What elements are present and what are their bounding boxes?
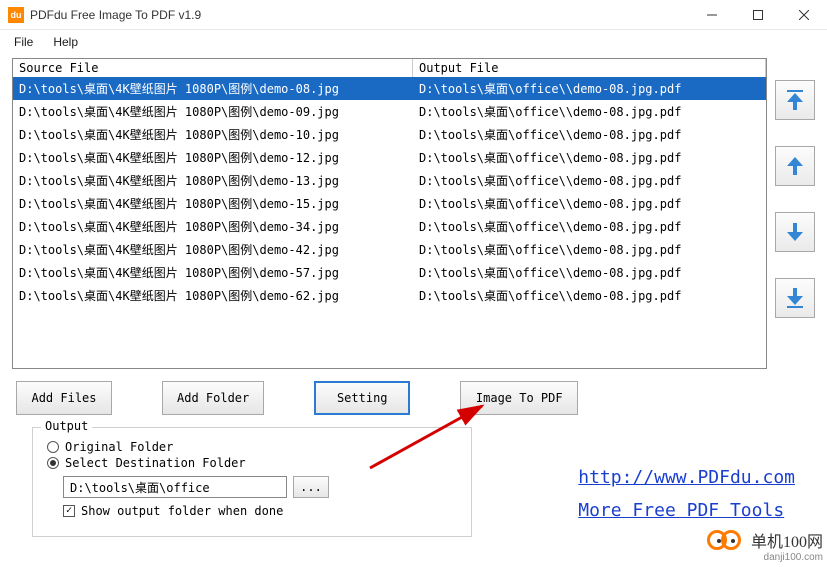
table-row[interactable]: D:\tools\桌面\4K壁纸图片 1080P\图例\demo-09.jpgD… [13,100,766,123]
radio-label: Select Destination Folder [65,456,246,470]
cell-output: D:\tools\桌面\office\\demo-08.jpg.pdf [413,124,766,145]
watermark: 单机100网 danji100.com [707,528,823,563]
cell-output: D:\tools\桌面\office\\demo-08.jpg.pdf [413,101,766,122]
cell-source: D:\tools\桌面\4K壁纸图片 1080P\图例\demo-34.jpg [13,216,413,237]
cell-output: D:\tools\桌面\office\\demo-08.jpg.pdf [413,78,766,99]
titlebar: du PDFdu Free Image To PDF v1.9 [0,0,827,30]
checkbox-label: Show output folder when done [81,504,283,518]
show-folder-checkbox[interactable]: Show output folder when done [63,504,457,518]
cell-source: D:\tools\桌面\4K壁纸图片 1080P\图例\demo-10.jpg [13,124,413,145]
reorder-buttons [775,80,815,318]
action-buttons: Add Files Add Folder Setting Image To PD… [12,375,815,427]
table-body: D:\tools\桌面\4K壁纸图片 1080P\图例\demo-08.jpgD… [13,77,766,307]
radio-destination-folder[interactable]: Select Destination Folder [47,456,457,470]
window-title: PDFdu Free Image To PDF v1.9 [30,8,689,22]
cell-output: D:\tools\桌面\office\\demo-08.jpg.pdf [413,262,766,283]
cell-source: D:\tools\桌面\4K壁纸图片 1080P\图例\demo-57.jpg [13,262,413,283]
add-folder-button[interactable]: Add Folder [162,381,264,415]
cell-source: D:\tools\桌面\4K壁纸图片 1080P\图例\demo-08.jpg [13,78,413,99]
table-row[interactable]: D:\tools\桌面\4K壁纸图片 1080P\图例\demo-08.jpgD… [13,77,766,100]
table-row[interactable]: D:\tools\桌面\4K壁纸图片 1080P\图例\demo-12.jpgD… [13,146,766,169]
table-row[interactable]: D:\tools\桌面\4K壁纸图片 1080P\图例\demo-10.jpgD… [13,123,766,146]
promo-links: http://www.PDFdu.com More Free PDF Tools [578,462,795,527]
cell-source: D:\tools\桌面\4K壁纸图片 1080P\图例\demo-15.jpg [13,193,413,214]
cell-output: D:\tools\桌面\office\\demo-08.jpg.pdf [413,193,766,214]
website-link[interactable]: http://www.PDFdu.com [578,462,795,494]
move-up-button[interactable] [775,146,815,186]
destination-path-input[interactable] [63,476,287,498]
checkbox-icon [63,505,75,517]
radio-icon [47,441,59,453]
browse-button[interactable]: ... [293,476,329,498]
radio-original-folder[interactable]: Original Folder [47,440,457,454]
move-to-top-button[interactable] [775,80,815,120]
bottom-panel: Add Files Add Folder Setting Image To PD… [12,375,815,555]
setting-button[interactable]: Setting [314,381,410,415]
menu-file[interactable]: File [4,32,43,52]
radio-label: Original Folder [65,440,173,454]
table-row[interactable]: D:\tools\桌面\4K壁纸图片 1080P\图例\demo-57.jpgD… [13,261,766,284]
cell-source: D:\tools\桌面\4K壁纸图片 1080P\图例\demo-13.jpg [13,170,413,191]
minimize-button[interactable] [689,0,735,30]
cell-source: D:\tools\桌面\4K壁纸图片 1080P\图例\demo-09.jpg [13,101,413,122]
column-header-output[interactable]: Output File [413,59,766,77]
table-row[interactable]: D:\tools\桌面\4K壁纸图片 1080P\图例\demo-62.jpgD… [13,284,766,307]
cell-source: D:\tools\桌面\4K壁纸图片 1080P\图例\demo-62.jpg [13,285,413,306]
move-down-button[interactable] [775,212,815,252]
cell-output: D:\tools\桌面\office\\demo-08.jpg.pdf [413,239,766,260]
more-tools-link[interactable]: More Free PDF Tools [578,495,795,527]
file-table: Source File Output File D:\tools\桌面\4K壁纸… [12,58,767,369]
table-row[interactable]: D:\tools\桌面\4K壁纸图片 1080P\图例\demo-15.jpgD… [13,192,766,215]
cell-output: D:\tools\桌面\office\\demo-08.jpg.pdf [413,147,766,168]
watermark-logo-icon [707,528,749,552]
cell-source: D:\tools\桌面\4K壁纸图片 1080P\图例\demo-12.jpg [13,147,413,168]
output-legend: Output [41,419,92,433]
cell-output: D:\tools\桌面\office\\demo-08.jpg.pdf [413,170,766,191]
menubar: File Help [0,30,827,54]
table-row[interactable]: D:\tools\桌面\4K壁纸图片 1080P\图例\demo-42.jpgD… [13,238,766,261]
table-row[interactable]: D:\tools\桌面\4K壁纸图片 1080P\图例\demo-34.jpgD… [13,215,766,238]
output-group: Output Original Folder Select Destinatio… [32,427,472,537]
cell-source: D:\tools\桌面\4K壁纸图片 1080P\图例\demo-42.jpg [13,239,413,260]
cell-output: D:\tools\桌面\office\\demo-08.jpg.pdf [413,285,766,306]
table-header: Source File Output File [13,59,766,77]
watermark-text: 单机100网 [751,528,823,552]
column-header-source[interactable]: Source File [13,59,413,77]
menu-help[interactable]: Help [43,32,88,52]
watermark-sub: danji100.com [764,552,823,563]
radio-icon [47,457,59,469]
app-icon: du [8,7,24,23]
table-row[interactable]: D:\tools\桌面\4K壁纸图片 1080P\图例\demo-13.jpgD… [13,169,766,192]
add-files-button[interactable]: Add Files [16,381,112,415]
move-to-bottom-button[interactable] [775,278,815,318]
image-to-pdf-button[interactable]: Image To PDF [460,381,578,415]
close-button[interactable] [781,0,827,30]
cell-output: D:\tools\桌面\office\\demo-08.jpg.pdf [413,216,766,237]
maximize-button[interactable] [735,0,781,30]
